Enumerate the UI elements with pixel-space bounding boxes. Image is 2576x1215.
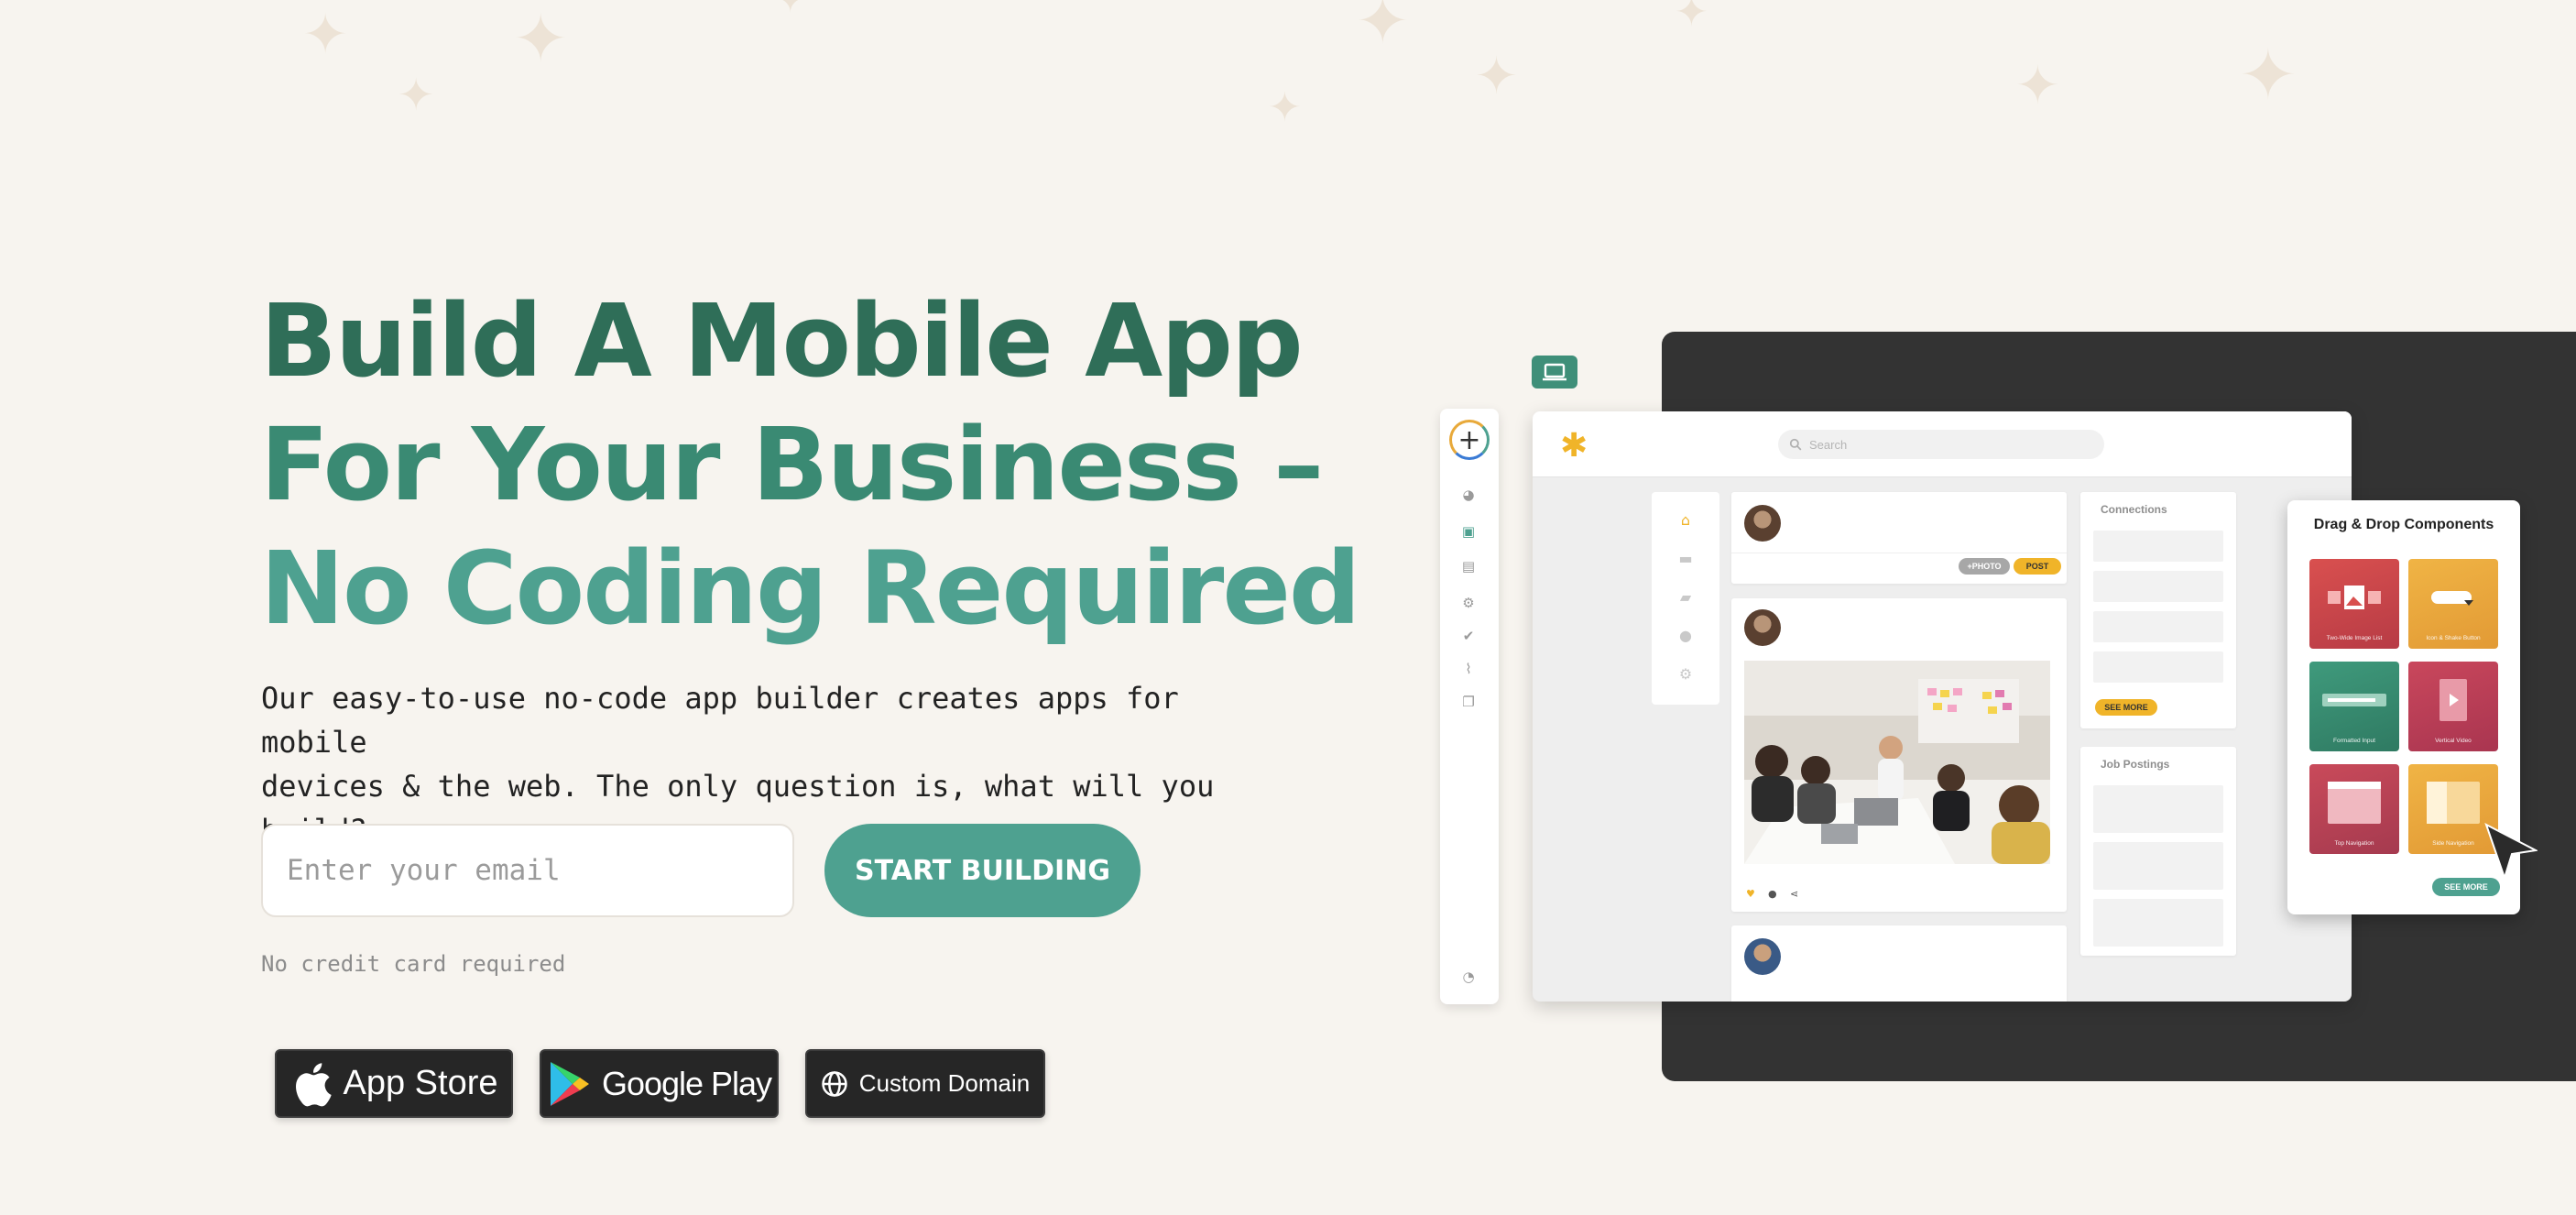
video-icon <box>2440 662 2467 738</box>
custom-domain-badge[interactable]: Custom Domain <box>805 1049 1045 1118</box>
sparkle-icon: ✦ <box>1675 0 1708 36</box>
hero-subtitle-line-1: Our easy-to-use no-code app builder crea… <box>261 681 1179 760</box>
avatar <box>1744 505 1781 542</box>
google-play-label: Google Play <box>601 1064 772 1102</box>
component-tile-top-navigation[interactable]: Top Navigation <box>2309 764 2399 854</box>
app-logo: ✱ <box>1560 427 1588 465</box>
hero-title-line-1: Build A Mobile App <box>260 282 1304 400</box>
feed-post-card <box>1731 925 2067 1002</box>
mouse-pointer-icon <box>2484 823 2538 880</box>
chat-icon[interactable]: ▬ <box>1677 551 1694 567</box>
image-list-icon <box>2328 559 2381 635</box>
document-icon[interactable]: ▤ <box>1460 559 1477 574</box>
app-store-label: App Store <box>343 1064 498 1102</box>
avatar <box>1744 609 1781 646</box>
sparkle-icon: ✦ <box>398 70 435 121</box>
connection-placeholder <box>2093 611 2223 642</box>
screens-icon[interactable]: ▣ <box>1460 524 1477 539</box>
settings-icon[interactable]: ⚙ <box>1677 666 1694 683</box>
check-icon[interactable]: ✔ <box>1460 629 1477 643</box>
desktop-view-toggle[interactable] <box>1532 356 1577 389</box>
sparkle-icon: ✦ <box>513 0 569 77</box>
connection-placeholder <box>2093 571 2223 602</box>
connections-title: Connections <box>2101 503 2167 516</box>
sparkle-icon: ✦ <box>1356 0 1410 59</box>
component-tile-formatted-input[interactable]: Formatted Input <box>2309 662 2399 751</box>
job-placeholder <box>2093 785 2223 833</box>
sparkle-icon: ✦ <box>302 3 349 67</box>
like-icon[interactable]: ♥ <box>1746 888 1755 900</box>
connection-placeholder <box>2093 531 2223 562</box>
post-composer-card: +PHOTO POST <box>1731 492 2067 584</box>
button-icon <box>2429 559 2477 635</box>
builder-tool-rail: + ◕ ▣ ▤ ⚙ ✔ ⌇ ❐ ◔ <box>1440 409 1499 1004</box>
input-icon <box>2322 662 2386 738</box>
globe-icon <box>822 1070 847 1097</box>
google-play-badge[interactable]: Google Play <box>540 1049 779 1118</box>
connections-see-more-button[interactable]: SEE MORE <box>2095 699 2157 716</box>
search-placeholder: Search <box>1809 437 1848 452</box>
job-placeholder <box>2093 899 2223 947</box>
feed-post-card: ♥ ● ⋖ <box>1731 598 2067 912</box>
laptop-icon <box>1543 363 1566 381</box>
job-postings-card: Job Postings <box>2080 747 2236 956</box>
home-icon[interactable]: ⌂ <box>1677 512 1694 529</box>
app-preview-window: ✱ Search ⌂ ▬ ▰ ● ⚙ +PHOTO POST ♥ ● ⋖ Con… <box>1533 411 2352 1002</box>
comment-icon[interactable]: ● <box>1768 888 1777 900</box>
settings-icon[interactable]: ⚙ <box>1460 596 1477 610</box>
email-input[interactable] <box>261 824 794 917</box>
custom-domain-label: Custom Domain <box>858 1069 1031 1097</box>
google-play-icon <box>550 1061 589 1106</box>
component-tile-two-wide-image-list[interactable]: Two-Wide Image List <box>2309 559 2399 649</box>
palette-icon[interactable]: ◕ <box>1460 487 1477 502</box>
sparkle-icon: ✦ <box>2239 34 2298 115</box>
connections-card: Connections SEE MORE <box>2080 492 2236 728</box>
no-credit-card-note: No credit card required <box>261 951 566 977</box>
post-button[interactable]: POST <box>2014 558 2061 575</box>
job-placeholder <box>2093 842 2223 890</box>
components-see-more-button[interactable]: SEE MORE <box>2432 878 2500 896</box>
apple-icon <box>295 1062 332 1106</box>
sparkle-icon: ✦ <box>1268 84 1302 131</box>
sparkle-icon: ✦ <box>1475 47 1518 106</box>
drag-drop-title: Drag & Drop Components <box>2313 517 2494 532</box>
component-tile-vertical-video[interactable]: Vertical Video <box>2408 662 2498 751</box>
tile-label: Top Navigation <box>2334 840 2374 847</box>
hero-title-line-2: For Your Business – <box>260 406 1324 523</box>
plus-icon: + <box>1457 423 1481 456</box>
help-icon[interactable]: ◔ <box>1460 969 1477 984</box>
app-store-badge[interactable]: App Store <box>275 1049 513 1118</box>
hero-title-line-3: No Coding Required <box>260 530 1361 647</box>
job-postings-title: Job Postings <box>2101 758 2170 771</box>
top-nav-icon <box>2328 764 2381 840</box>
copy-icon[interactable]: ❐ <box>1460 695 1477 709</box>
app-header: ✱ Search <box>1533 411 2352 477</box>
analytics-icon[interactable]: ⌇ <box>1460 662 1477 676</box>
tile-label: Vertical Video <box>2435 738 2472 744</box>
tile-label: Formatted Input <box>2333 738 2375 744</box>
sparkle-icon: ✦ <box>775 0 806 21</box>
component-tile-icon-shake-button[interactable]: Icon & Shake Button <box>2408 559 2498 649</box>
tile-label: Side Navigation <box>2432 840 2474 847</box>
hero-title: Build A Mobile App For Your Business – N… <box>260 279 1361 651</box>
side-nav-icon <box>2427 764 2480 840</box>
app-search-bar[interactable]: Search <box>1778 430 2104 459</box>
briefcase-icon[interactable]: ▰ <box>1677 589 1694 606</box>
tile-label: Two-Wide Image List <box>2326 635 2383 641</box>
start-building-button[interactable]: START BUILDING <box>824 824 1141 917</box>
sparkle-icon: ✦ <box>2015 54 2060 116</box>
connection-placeholder <box>2093 651 2223 683</box>
avatar <box>1744 938 1781 975</box>
profile-icon[interactable]: ● <box>1677 628 1694 644</box>
add-component-button[interactable]: + <box>1449 420 1490 460</box>
tile-label: Icon & Shake Button <box>2426 635 2481 641</box>
add-photo-button[interactable]: +PHOTO <box>1959 558 2010 575</box>
share-icon[interactable]: ⋖ <box>1790 888 1798 900</box>
meeting-photo <box>1744 661 2050 864</box>
app-side-nav: ⌂ ▬ ▰ ● ⚙ <box>1652 492 1719 705</box>
search-icon <box>1789 438 1802 451</box>
